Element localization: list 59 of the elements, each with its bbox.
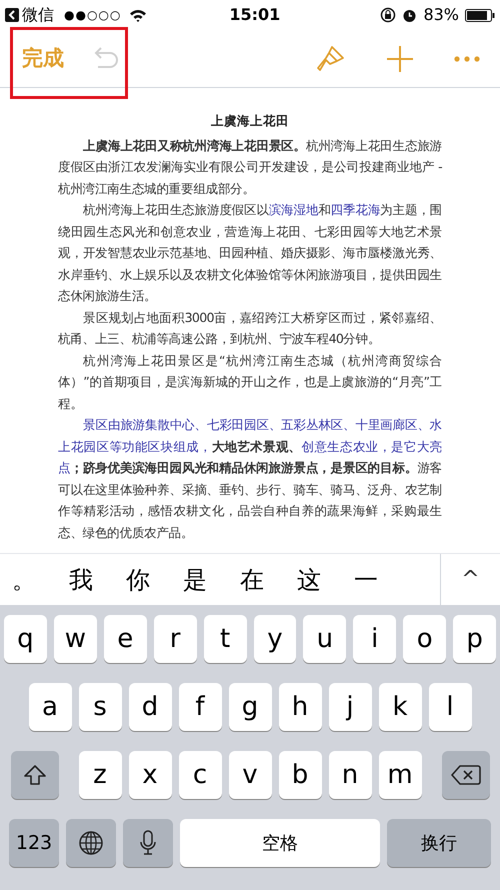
key[interactable]: d [128, 683, 172, 731]
candidate-word[interactable]: 这 [297, 562, 321, 598]
document-paragraph: 杭州湾海上花田景区是“杭州湾江南生态城（杭州湾商贸综合体）”的首期项目，是滨海新城的开山之作，也是上虞旅游的“月亮”工程。 [58, 352, 442, 413]
candidate-word[interactable]: 。 [12, 562, 36, 598]
key[interactable]: v [228, 751, 272, 799]
candidate-word[interactable]: 在 [240, 562, 264, 598]
alarm-icon [402, 8, 418, 22]
shift-icon [22, 764, 46, 786]
clock-time: 15:01 [229, 4, 280, 26]
key[interactable]: g [228, 683, 272, 731]
back-icon[interactable] [5, 8, 19, 22]
candidate-word[interactable]: 你 [126, 562, 150, 598]
dictation-key[interactable] [123, 819, 173, 867]
key[interactable]: w [54, 615, 97, 663]
key[interactable]: o [403, 615, 446, 663]
key[interactable]: u [303, 615, 346, 663]
key[interactable]: b [278, 751, 322, 799]
back-app-link[interactable]: 微信 [22, 3, 54, 27]
delete-key[interactable] [442, 751, 490, 799]
battery-percent: 83% [423, 4, 459, 26]
key[interactable]: n [328, 751, 372, 799]
key[interactable]: l [428, 683, 472, 731]
key[interactable]: k [378, 683, 422, 731]
key[interactable]: e [104, 615, 147, 663]
key[interactable]: t [204, 615, 246, 663]
globe-icon [78, 830, 104, 856]
key[interactable]: i [353, 615, 396, 663]
key[interactable]: p [453, 615, 496, 663]
globe-key[interactable] [66, 819, 116, 867]
key[interactable]: q [4, 615, 47, 663]
signal-dots: ●●○○○ [64, 7, 122, 24]
document-paragraph: 上虞海上花田又称杭州湾海上花田景区。杭州湾海上花田生态旅游度假区由浙江农发澜海实业有限公司开发建设，是公司投建商业地产 - 杭州湾江南生态城的重要组成部分。 [58, 136, 442, 198]
key[interactable]: r [154, 615, 197, 663]
key[interactable]: z [78, 751, 122, 799]
backspace-icon [450, 764, 480, 786]
candidate-word[interactable]: 是 [183, 562, 207, 598]
key[interactable]: s [78, 683, 122, 731]
document-paragraph: 景区由旅游集散中心、七彩田园区、五彩丛林区、十里画廊区、水上花园区等功能区块组成，大地艺术景观、创意生态农业，是它大亮点；跻身优美滨海田园风光和精品休闲旅游景点，是景区的目标。游客可以在这里体验种养、采摘、垂钓、步行、骑车、骑马、泛舟、农艺制作等精彩活动，感悟农耕文化，品尝自种自养的蔬果海鲜，采购最生态、绿色的优质农产品。 [58, 416, 442, 542]
candidate-word[interactable]: 我 [69, 562, 93, 598]
rotation-lock-icon [380, 7, 396, 23]
shift-key[interactable] [10, 751, 58, 799]
key[interactable]: c [178, 751, 222, 799]
battery-icon [465, 8, 495, 22]
document-title: 上虞海上花田 [211, 112, 289, 130]
document-paragraph: 景区规划占地面积3000亩，嘉绍跨江大桥穿区而过，紧邻嘉绍、杭甬、上三、杭浦等高速公路，到杭州、宁波车程40分钟。 [58, 308, 442, 348]
return-key[interactable]: 换行 [387, 819, 491, 867]
key[interactable]: y [254, 615, 296, 663]
key[interactable]: j [328, 683, 372, 731]
key[interactable]: m [378, 751, 422, 799]
key[interactable]: h [278, 683, 322, 731]
space-key[interactable]: 空格 [180, 819, 380, 867]
key[interactable]: f [178, 683, 222, 731]
key[interactable]: x [128, 751, 172, 799]
candidate-word[interactable]: 一 [354, 562, 378, 598]
document-paragraph: 杭州湾海上花田生态旅游度假区以滨海湿地和四季花海为主题，围绕田园生态风光和创意农业，营造海上花田、七彩田园等大地艺术景观，开发智慧农业示范基地、田园种植、婚庆摄影、海市蜃楼激光秀、水岸垂钓、水上娱乐以及农耕文化体验馆等休闲旅游项目，提供田园生态休闲旅游生活。 [58, 201, 442, 306]
microphone-icon [139, 830, 157, 856]
numbers-key[interactable]: 123 [9, 819, 59, 867]
key[interactable]: a [28, 683, 72, 731]
wifi-icon [129, 8, 148, 22]
